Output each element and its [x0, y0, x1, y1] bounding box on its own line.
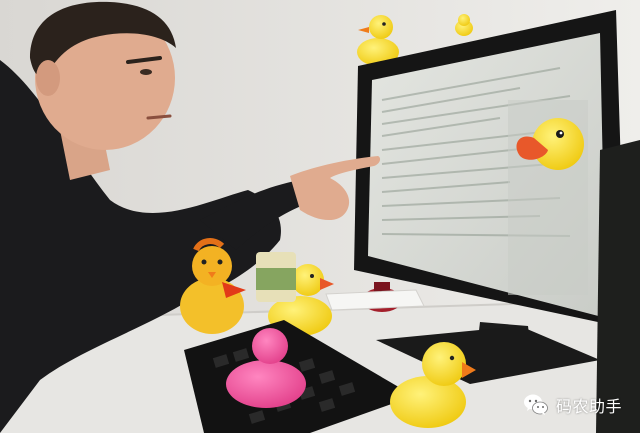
- photo-scene: [0, 0, 640, 433]
- wechat-icon: [522, 391, 550, 419]
- watermark: 码农助手: [522, 391, 622, 419]
- watermark-text: 码农助手: [555, 397, 622, 416]
- second-monitor-edge: [596, 140, 640, 433]
- desk-papers: [325, 289, 425, 311]
- desk-container: [256, 252, 296, 302]
